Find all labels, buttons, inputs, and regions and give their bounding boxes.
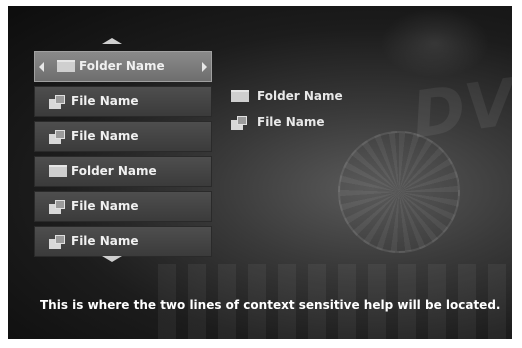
list-item[interactable]: File Name bbox=[34, 226, 212, 257]
file-icon bbox=[49, 200, 65, 214]
folder-icon bbox=[57, 60, 75, 72]
list-item-label: File Name bbox=[71, 129, 139, 143]
list-item[interactable]: File Name bbox=[34, 121, 212, 152]
folder-icon bbox=[231, 90, 249, 102]
background-glow bbox=[380, 8, 490, 78]
left-arrow-icon[interactable] bbox=[39, 62, 44, 72]
file-icon bbox=[49, 235, 65, 249]
folder-icon bbox=[49, 165, 67, 177]
file-icon bbox=[49, 95, 65, 109]
preview-item-label: Folder Name bbox=[257, 89, 343, 103]
list-item[interactable]: File Name bbox=[34, 86, 212, 117]
help-text: This is where the two lines of context s… bbox=[40, 298, 501, 312]
list-item[interactable]: Folder Name bbox=[34, 156, 212, 187]
file-icon bbox=[49, 130, 65, 144]
scroll-down-arrow-icon[interactable] bbox=[102, 256, 122, 262]
list-item-label: Folder Name bbox=[79, 59, 165, 73]
dvd-menu-screen: DVD Folder Name File Name File Name Fold… bbox=[8, 6, 512, 339]
list-item-label: File Name bbox=[71, 234, 139, 248]
background-logo: DVD bbox=[407, 58, 512, 154]
file-browser-list: Folder Name File Name File Name Folder N… bbox=[34, 51, 212, 261]
scroll-up-arrow-icon[interactable] bbox=[102, 38, 122, 44]
list-item-label: Folder Name bbox=[71, 164, 157, 178]
preview-item-label: File Name bbox=[257, 115, 325, 129]
list-item-label: File Name bbox=[71, 94, 139, 108]
list-item-label: File Name bbox=[71, 199, 139, 213]
list-item-selected[interactable]: Folder Name bbox=[34, 51, 212, 82]
right-arrow-icon[interactable] bbox=[202, 62, 207, 72]
file-icon bbox=[231, 116, 247, 130]
list-item[interactable]: File Name bbox=[34, 191, 212, 222]
